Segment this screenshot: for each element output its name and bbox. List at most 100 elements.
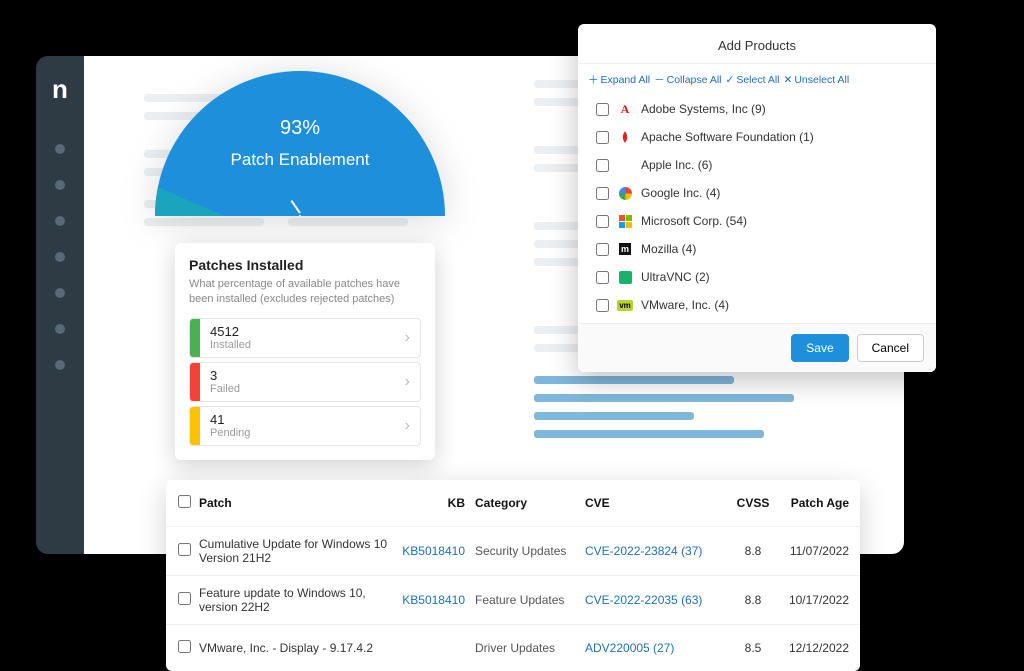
stat-value: 41	[210, 412, 405, 427]
modal-title: Add Products	[578, 24, 936, 64]
chevron-right-icon: ›	[405, 373, 420, 391]
product-row[interactable]: Microsoft Corp. (54)	[596, 207, 930, 235]
product-row[interactable]: Apache Software Foundation (1)	[596, 123, 930, 151]
product-checkbox[interactable]	[596, 243, 609, 256]
modal-bulk-actions: ＋ Expand All － Collapse All ✓ Select All…	[578, 64, 936, 95]
cell-patch: Feature update to Windows 10, version 22…	[199, 586, 395, 614]
cell-age: 11/07/2022	[779, 544, 849, 558]
product-checkbox[interactable]	[596, 103, 609, 116]
unselect-all-link[interactable]: ✕ Unselect All	[784, 72, 850, 87]
cancel-button[interactable]: Cancel	[857, 334, 924, 362]
patch-table: Patch KB Category CVE CVSS Patch Age Cum…	[166, 480, 860, 671]
col-header-category[interactable]: Category	[475, 496, 585, 510]
sidebar: n	[36, 56, 84, 554]
gauge-percent: 93%	[280, 117, 320, 140]
col-header-age[interactable]: Patch Age	[779, 496, 849, 510]
product-row[interactable]: vm VMware, Inc. (4)	[596, 291, 930, 319]
table-row[interactable]: Cumulative Update for Windows 10 Version…	[166, 527, 860, 576]
mozilla-icon: m	[617, 241, 633, 257]
product-row[interactable]: Apple Inc. (6)	[596, 151, 930, 179]
gauge-needle	[296, 212, 304, 216]
patch-enablement-gauge: 93% Patch Enablement	[155, 71, 445, 216]
stat-label: Failed	[210, 383, 405, 395]
col-header-patch[interactable]: Patch	[199, 496, 395, 510]
product-name: Apple Inc. (6)	[641, 158, 712, 172]
sidebar-nav-dot[interactable]	[55, 216, 65, 226]
product-list[interactable]: A Adobe Systems, Inc (9) Apache Software…	[578, 95, 936, 323]
cell-kb-link[interactable]: KB5018410	[395, 593, 475, 607]
col-header-cvss[interactable]: CVSS	[727, 496, 779, 510]
adobe-icon: A	[617, 101, 633, 117]
cell-cvss: 8.8	[727, 544, 779, 558]
stat-label: Installed	[210, 339, 405, 351]
product-checkbox[interactable]	[596, 131, 609, 144]
row-checkbox[interactable]	[178, 543, 191, 556]
status-bar-green	[190, 319, 200, 357]
product-name: Microsoft Corp. (54)	[641, 214, 747, 228]
product-row[interactable]: A Adobe Systems, Inc (9)	[596, 95, 930, 123]
status-bar-yellow	[190, 407, 200, 445]
table-header-row: Patch KB Category CVE CVSS Patch Age	[166, 480, 860, 527]
product-name: Apache Software Foundation (1)	[641, 130, 814, 144]
sidebar-nav-dot[interactable]	[55, 252, 65, 262]
apache-icon	[617, 129, 633, 145]
table-row[interactable]: VMware, Inc. - Display - 9.17.4.2 Driver…	[166, 625, 860, 671]
product-row[interactable]: UltraVNC (2)	[596, 263, 930, 291]
expand-all-link[interactable]: ＋ Expand All	[588, 72, 650, 87]
cell-patch: Cumulative Update for Windows 10 Version…	[199, 537, 395, 565]
cell-cvss: 8.8	[727, 593, 779, 607]
cell-age: 10/17/2022	[779, 593, 849, 607]
cell-cve-link[interactable]: CVE-2022-23824 (37)	[585, 544, 727, 558]
sidebar-nav-dot[interactable]	[55, 360, 65, 370]
stat-row-failed[interactable]: 3 Failed ›	[189, 362, 421, 402]
microsoft-icon	[617, 213, 633, 229]
add-products-modal: Add Products ＋ Expand All － Collapse All…	[578, 24, 936, 372]
product-name: Google Inc. (4)	[641, 186, 720, 200]
product-name: Adobe Systems, Inc (9)	[641, 102, 766, 116]
col-header-kb[interactable]: KB	[395, 496, 475, 510]
product-checkbox[interactable]	[596, 299, 609, 312]
sidebar-nav-dot[interactable]	[55, 324, 65, 334]
card-description: What percentage of available patches hav…	[189, 277, 421, 308]
sidebar-nav-dot[interactable]	[55, 144, 65, 154]
row-checkbox[interactable]	[178, 640, 191, 653]
ultravnc-icon	[617, 269, 633, 285]
vmware-icon: vm	[617, 297, 633, 313]
product-checkbox[interactable]	[596, 271, 609, 284]
cell-category: Security Updates	[475, 544, 585, 558]
patches-installed-card: Patches Installed What percentage of ava…	[175, 243, 435, 460]
chevron-right-icon: ›	[405, 329, 420, 347]
save-button[interactable]: Save	[791, 334, 848, 362]
google-icon	[617, 185, 633, 201]
stat-value: 4512	[210, 324, 405, 339]
collapse-all-link[interactable]: － Collapse All	[654, 72, 721, 87]
stat-value: 3	[210, 368, 405, 383]
cell-cve-link[interactable]: CVE-2022-22035 (63)	[585, 593, 727, 607]
product-name: UltraVNC (2)	[641, 270, 710, 284]
row-checkbox[interactable]	[178, 592, 191, 605]
table-row[interactable]: Feature update to Windows 10, version 22…	[166, 576, 860, 625]
product-row[interactable]: Google Inc. (4)	[596, 179, 930, 207]
sidebar-nav-dot[interactable]	[55, 180, 65, 190]
select-all-checkbox[interactable]	[178, 495, 191, 508]
product-checkbox[interactable]	[596, 215, 609, 228]
stat-label: Pending	[210, 427, 405, 439]
cell-category: Feature Updates	[475, 593, 585, 607]
sidebar-nav-dot[interactable]	[55, 288, 65, 298]
product-name: VMware, Inc. (4)	[641, 298, 729, 312]
stat-row-pending[interactable]: 41 Pending ›	[189, 406, 421, 446]
cell-kb-link[interactable]: KB5018410	[395, 544, 475, 558]
gauge-card: 93% Patch Enablement	[155, 71, 455, 216]
product-checkbox[interactable]	[596, 187, 609, 200]
logo: n	[36, 74, 84, 105]
select-all-link[interactable]: ✓ Select All	[726, 72, 780, 87]
product-name: Mozilla (4)	[641, 242, 696, 256]
product-checkbox[interactable]	[596, 159, 609, 172]
product-row[interactable]: m Mozilla (4)	[596, 235, 930, 263]
apple-icon	[617, 157, 633, 173]
status-bar-red	[190, 363, 200, 401]
chevron-right-icon: ›	[405, 417, 420, 435]
col-header-cve[interactable]: CVE	[585, 496, 727, 510]
modal-footer: Save Cancel	[578, 323, 936, 372]
stat-row-installed[interactable]: 4512 Installed ›	[189, 318, 421, 358]
